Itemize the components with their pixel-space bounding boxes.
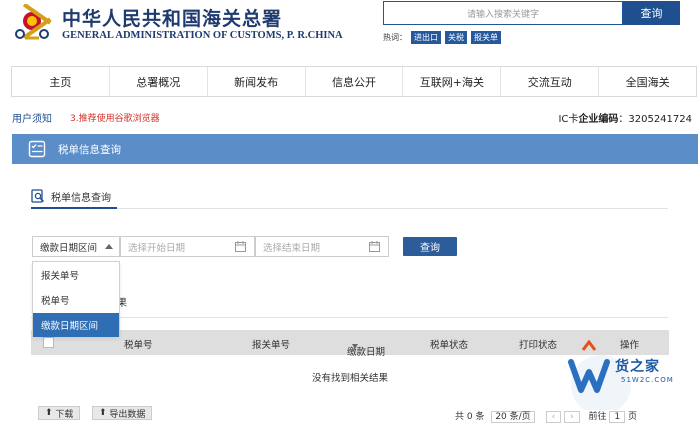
tab-active-indicator [31, 207, 117, 209]
end-date-placeholder: 选择结束日期 [263, 242, 321, 254]
col-tax-status: 税单状态 [430, 340, 469, 351]
end-date-input[interactable]: 选择结束日期 [255, 236, 389, 257]
hot-tag-declaration[interactable]: 报关单 [471, 31, 501, 44]
goto-label: 前往 [588, 412, 607, 422]
col-declaration-no: 报关单号 [252, 340, 291, 351]
site-title-cn[interactable]: 中华人民共和国海关总署 [62, 4, 282, 31]
info-row: 用户须知 3.推荐使用谷歌浏览器 IC卡企业编码：3205241724 [0, 110, 700, 126]
main-nav: 主页 总署概况 新闻发布 信息公开 互联网+海关 交流互动 全国海关 [11, 66, 697, 97]
sort-icon [352, 344, 358, 349]
hot-tag-import-export[interactable]: 进出口 [411, 31, 441, 44]
download-button[interactable]: ⬆ 下载 [38, 406, 81, 420]
query-type-select[interactable]: 缴款日期区间 [32, 236, 120, 257]
query-type-value: 缴款日期区间 [40, 242, 98, 254]
search-document-icon [31, 189, 44, 203]
ic-card-info: IC卡企业编码：3205241724 [558, 110, 692, 125]
site-header: 中华人民共和国海关总署 GENERAL ADMINISTRATION OF CU… [0, 0, 700, 58]
pagination: 共 0 条 20 条/页 ‹ › 前往 1 页 [455, 409, 638, 423]
hot-words: 热词： 进出口 关税 报关单 [383, 31, 501, 44]
pager-total: 共 0 条 [455, 412, 485, 422]
hot-words-label: 热词： [383, 33, 407, 42]
dropdown-option-payment-date[interactable]: 缴款日期区间 [33, 313, 119, 337]
query-type-dropdown: 报关单号 税单号 缴款日期区间 [32, 261, 120, 337]
next-page-button[interactable]: › [564, 411, 580, 423]
watermark-brand: 货之家 [615, 359, 660, 375]
nav-item-news[interactable]: 新闻发布 [208, 67, 306, 96]
calendar-icon [235, 241, 246, 252]
panel-title: 税单信息查询 [58, 143, 121, 156]
search-input[interactable]: 请输入搜索关键字 [383, 1, 623, 25]
calendar-icon [369, 241, 380, 252]
search-button[interactable]: 查询 [623, 1, 680, 25]
page-unit-label: 页 [628, 412, 638, 422]
nav-item-disclosure[interactable]: 信息公开 [306, 67, 404, 96]
start-date-input[interactable]: 选择开始日期 [120, 236, 255, 257]
export-button[interactable]: ⬆ 导出数据 [92, 406, 153, 420]
tab-divider [31, 208, 668, 209]
panel-title-bar: 税单信息查询 [12, 134, 698, 164]
customs-emblem-icon [15, 4, 52, 40]
prev-page-button[interactable]: ‹ [545, 411, 562, 423]
caret-up-icon [105, 244, 113, 249]
query-button[interactable]: 查询 [403, 237, 457, 256]
results-divider [31, 317, 668, 318]
tab-label: 税单信息查询 [51, 192, 111, 204]
watermark-url: 51W2C.COM [621, 376, 674, 384]
goto-page-input[interactable]: 1 [609, 411, 626, 423]
ic-label: IC卡 [558, 114, 579, 125]
start-date-placeholder: 选择开始日期 [128, 242, 186, 254]
nav-item-internet-customs[interactable]: 互联网+海关 [403, 67, 502, 96]
site-title-en[interactable]: GENERAL ADMINISTRATION OF CUSTOMS, P. R.… [62, 30, 343, 41]
nav-item-overview[interactable]: 总署概况 [110, 67, 208, 96]
nav-item-home[interactable]: 主页 [12, 67, 110, 96]
dropdown-option-tax-no[interactable]: 税单号 [33, 287, 119, 312]
col-tax-no: 税单号 [124, 340, 153, 351]
col-print-status: 打印状态 [519, 340, 558, 351]
hot-tag-tariff[interactable]: 关税 [445, 31, 467, 44]
tab-tax-query[interactable]: 税单信息查询 [31, 184, 117, 208]
checklist-icon [28, 140, 46, 158]
ic-value: ：3205241724 [618, 114, 692, 125]
download-label: 下载 [55, 409, 74, 420]
select-all-checkbox[interactable] [43, 337, 54, 348]
nav-item-interaction[interactable]: 交流互动 [501, 67, 600, 96]
nav-item-national-customs[interactable]: 全国海关 [599, 67, 696, 96]
export-label: 导出数据 [109, 409, 146, 420]
user-notice-link[interactable]: 用户须知 [12, 110, 52, 125]
page-size-select[interactable]: 20 条/页 [491, 411, 535, 423]
browser-warning: 3.推荐使用谷歌浏览器 [70, 114, 160, 124]
ic-bold-label: 企业编码 [578, 114, 619, 125]
dropdown-option-declaration-no[interactable]: 报关单号 [33, 262, 119, 287]
